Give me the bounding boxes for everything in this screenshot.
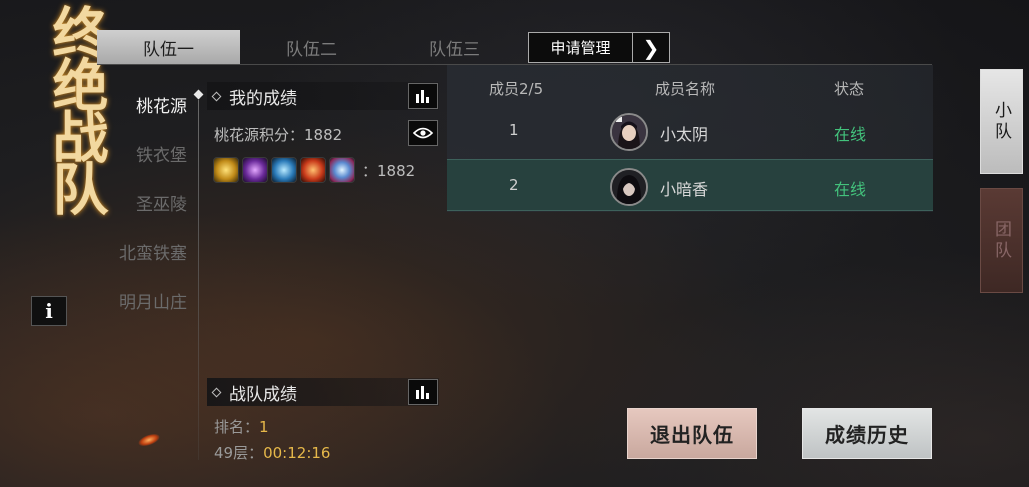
member-name-header: 成员名称 bbox=[655, 80, 716, 98]
region-divider bbox=[198, 100, 199, 460]
member-name: 小暗香 bbox=[660, 180, 709, 199]
rank-value: 1 bbox=[259, 418, 269, 436]
purple-blade-skill-icon[interactable] bbox=[242, 157, 268, 183]
apply-management-button[interactable]: 申请管理 ❯ bbox=[528, 32, 670, 63]
member-row[interactable]: 1 小太阴 在线 bbox=[447, 105, 933, 157]
skill-total: ：1882 bbox=[362, 161, 416, 180]
visibility-toggle-button[interactable] bbox=[408, 120, 438, 146]
apply-management-label: 申请管理 bbox=[529, 33, 633, 62]
diamond-icon bbox=[211, 387, 222, 397]
avatar[interactable] bbox=[610, 113, 648, 151]
team-floor-time: 49层：00:12:16 bbox=[214, 442, 330, 463]
avatar[interactable] bbox=[610, 168, 648, 206]
selected-region-marker-icon bbox=[193, 89, 204, 100]
info-button[interactable]: i bbox=[31, 296, 67, 326]
floor-time-value: 00:12:16 bbox=[263, 444, 331, 462]
member-status-header: 状态 bbox=[834, 80, 865, 98]
bar-chart-icon bbox=[416, 90, 429, 103]
member-name: 小太阴 bbox=[660, 125, 709, 144]
member-row[interactable]: 2 小暗香 在线 bbox=[447, 159, 933, 211]
member-status: 在线 bbox=[834, 125, 867, 144]
chevron-right-icon: ❯ bbox=[642, 35, 660, 60]
member-avatar-icon bbox=[612, 115, 646, 149]
floor-label: 49层： bbox=[214, 444, 264, 462]
team-score-chart-button[interactable] bbox=[408, 379, 438, 405]
region-item-shengwuling[interactable]: 圣巫陵 bbox=[100, 178, 195, 227]
ember-glow bbox=[136, 431, 162, 449]
fire-orb-skill-icon[interactable] bbox=[300, 157, 326, 183]
my-score-chart-button[interactable] bbox=[408, 83, 438, 109]
team-tabs: 队伍一 队伍二 队伍三 bbox=[97, 30, 526, 64]
member-count-header: 成员2/5 bbox=[489, 80, 544, 98]
score-history-button[interactable]: 成绩历史 bbox=[802, 408, 932, 459]
tab-group[interactable]: 团队 bbox=[980, 188, 1023, 293]
tab-team-2[interactable]: 队伍二 bbox=[240, 30, 383, 64]
bar-chart-icon bbox=[416, 386, 429, 399]
game-title: 终绝战队 bbox=[43, 4, 109, 212]
tab-squad[interactable]: 小队 bbox=[980, 69, 1023, 174]
exit-team-button[interactable]: 退出队伍 bbox=[627, 408, 757, 459]
region-item-taohuayuan[interactable]: 桃花源 bbox=[100, 80, 195, 129]
gold-star-skill-icon[interactable] bbox=[213, 157, 239, 183]
tab-team-1[interactable]: 队伍一 bbox=[97, 30, 240, 64]
blue-wave-skill-icon[interactable] bbox=[271, 157, 297, 183]
eye-icon bbox=[413, 127, 433, 139]
region-item-beimantiesai[interactable]: 北蛮铁塞 bbox=[100, 227, 195, 276]
member-avatar-icon bbox=[612, 170, 646, 204]
rank-label: 排名： bbox=[214, 418, 260, 436]
member-number: 2 bbox=[509, 176, 519, 194]
region-list: 桃花源 铁衣堡 圣巫陵 北蛮铁塞 明月山庄 bbox=[100, 80, 195, 325]
region-item-tieyibao[interactable]: 铁衣堡 bbox=[100, 129, 195, 178]
team-rank: 排名：1 bbox=[214, 416, 269, 437]
region-item-mingyueshanzhuang[interactable]: 明月山庄 bbox=[100, 276, 195, 325]
diamond-icon bbox=[211, 91, 222, 101]
member-number: 1 bbox=[509, 121, 519, 139]
team-score-header: 战队成绩 bbox=[207, 378, 439, 406]
team-score-title: 战队成绩 bbox=[229, 384, 297, 405]
skill-row: ：1882 bbox=[213, 157, 415, 183]
region-points: 桃花源积分：1882 bbox=[214, 126, 343, 144]
my-score-header: 我的成绩 bbox=[207, 82, 439, 110]
tab-team-3[interactable]: 队伍三 bbox=[383, 30, 526, 64]
ice-flame-skill-icon[interactable] bbox=[329, 157, 355, 183]
member-status: 在线 bbox=[834, 180, 867, 199]
my-score-title: 我的成绩 bbox=[229, 88, 297, 109]
